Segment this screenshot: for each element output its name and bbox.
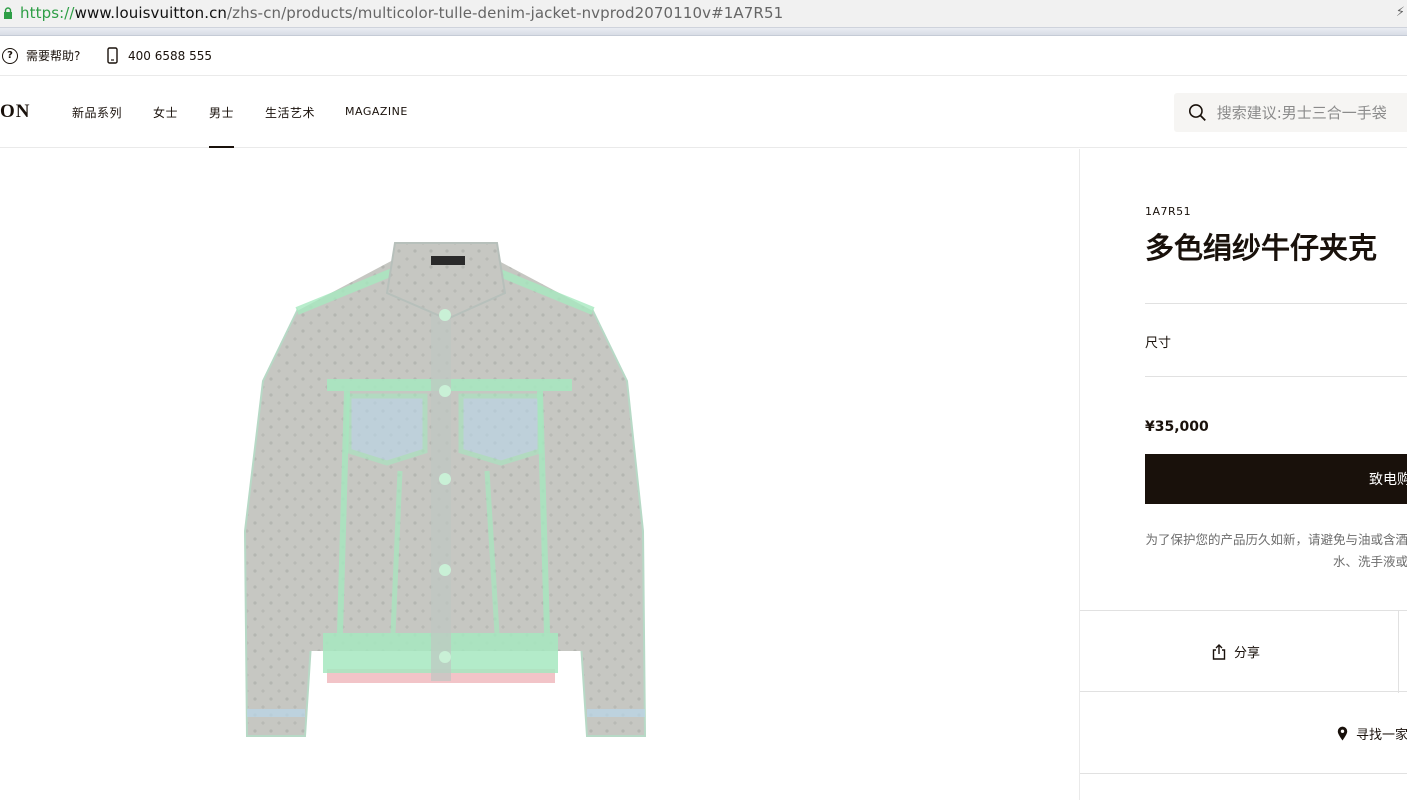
- divider: [1145, 303, 1407, 304]
- care-notice-line2: 水、洗手液或: [1332, 554, 1407, 569]
- product-image-area[interactable]: [0, 149, 1079, 800]
- nav-item-art-of-living[interactable]: 生活艺术: [265, 104, 315, 121]
- url-text[interactable]: https://www.louisvuitton.cn/zhs-cn/produ…: [20, 4, 783, 22]
- care-notice: 为了保护您的产品历久如新，请避免与油或含酒 水、洗手液或: [1145, 529, 1407, 573]
- url-path: /zhs-cn/products/multicolor-tulle-denim-…: [227, 4, 784, 22]
- lock-icon: [4, 7, 12, 19]
- product-title: 多色绢纱牛仔夹克: [1145, 231, 1378, 265]
- product-details-panel: 1A7R51 多色绢纱牛仔夹克 尺寸 ¥35,000 致电购 为了保护您的产品历…: [1079, 149, 1407, 800]
- main-nav: ON 新品系列 女士 男士 生活艺术 MAGAZINE: [0, 76, 1407, 148]
- call-to-buy-button[interactable]: 致电购: [1145, 454, 1407, 504]
- search-box[interactable]: [1174, 93, 1407, 132]
- product-sku: 1A7R51: [1145, 205, 1192, 218]
- nav-item-new[interactable]: 新品系列: [72, 104, 122, 121]
- brand-logo[interactable]: ON: [0, 101, 31, 123]
- share-label: 分享: [1234, 646, 1261, 661]
- share-button[interactable]: 分享: [1212, 642, 1260, 661]
- phone-link[interactable]: 400 6588 555: [107, 47, 212, 64]
- store-locator-row: 寻找一家: [1080, 692, 1407, 774]
- search-icon: [1188, 104, 1206, 122]
- divider: [1398, 611, 1399, 693]
- find-store-button[interactable]: 寻找一家: [1337, 724, 1407, 743]
- help-label: 需要帮助?: [26, 49, 81, 63]
- product-price: ¥35,000: [1145, 419, 1209, 435]
- lightning-icon[interactable]: ⚡: [1396, 5, 1405, 20]
- browser-toolbar-edge: [0, 28, 1407, 36]
- share-icon: [1212, 643, 1226, 660]
- size-selector[interactable]: 尺寸: [1145, 332, 1171, 351]
- help-circle-icon: ?: [2, 47, 18, 64]
- help-bar: ? 需要帮助? 400 6588 555: [0, 37, 1407, 76]
- help-link[interactable]: ? 需要帮助?: [2, 47, 80, 64]
- care-notice-line1: 为了保护您的产品历久如新，请避免与油或含酒: [1145, 532, 1407, 547]
- share-row: 分享: [1080, 610, 1407, 693]
- divider: [1145, 376, 1407, 377]
- url-scheme: https://: [20, 4, 75, 22]
- nav-item-men[interactable]: 男士: [209, 104, 235, 148]
- browser-address-bar[interactable]: https://www.louisvuitton.cn/zhs-cn/produ…: [0, 0, 1407, 28]
- nav-item-women[interactable]: 女士: [153, 104, 178, 121]
- find-store-label: 寻找一家: [1356, 728, 1407, 743]
- nav-item-magazine[interactable]: MAGAZINE: [345, 105, 408, 118]
- phone-number: 400 6588 555: [128, 48, 212, 63]
- search-input[interactable]: [1216, 103, 1407, 122]
- location-pin-icon: [1337, 726, 1348, 741]
- product-image[interactable]: [235, 231, 655, 746]
- phone-icon: [107, 47, 118, 64]
- url-host: www.louisvuitton.cn: [74, 4, 228, 22]
